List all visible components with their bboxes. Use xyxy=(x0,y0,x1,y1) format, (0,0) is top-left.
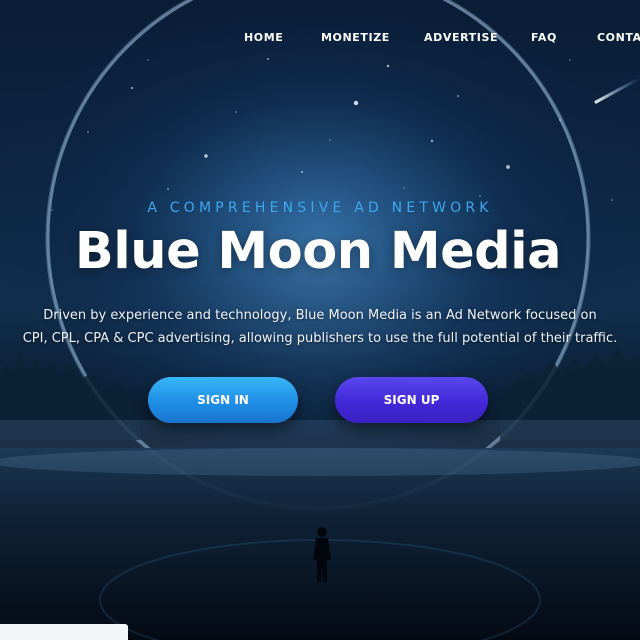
hero-section: HOME MONETIZE ADVERTISE FAQ CONTA A COMP… xyxy=(0,0,640,640)
nav-item-faq[interactable]: FAQ xyxy=(531,31,557,44)
nav-item-contact[interactable]: CONTA xyxy=(597,31,640,44)
nav-item-home[interactable]: HOME xyxy=(244,31,283,44)
nav-item-advertise[interactable]: ADVERTISE xyxy=(424,31,498,44)
hero-tagline: A COMPREHENSIVE AD NETWORK xyxy=(147,200,493,216)
hero-description: Driven by experience and technology, Blu… xyxy=(8,304,632,350)
meteor xyxy=(594,76,640,104)
hero-description-line-2: CPI, CPL, CPA & CPC advertising, allowin… xyxy=(22,331,618,346)
sign-in-label: SIGN IN xyxy=(197,393,249,407)
sign-up-label: SIGN UP xyxy=(383,393,440,407)
hero-title: Blue Moon Media xyxy=(74,222,562,281)
sign-in-button[interactable]: SIGN IN xyxy=(148,377,298,423)
nav-item-monetize[interactable]: MONETIZE xyxy=(321,31,390,44)
sign-up-button[interactable]: SIGN UP xyxy=(335,377,488,423)
bottom-left-tab xyxy=(0,624,128,640)
hero-description-line-1: Driven by experience and technology, Blu… xyxy=(43,308,597,323)
